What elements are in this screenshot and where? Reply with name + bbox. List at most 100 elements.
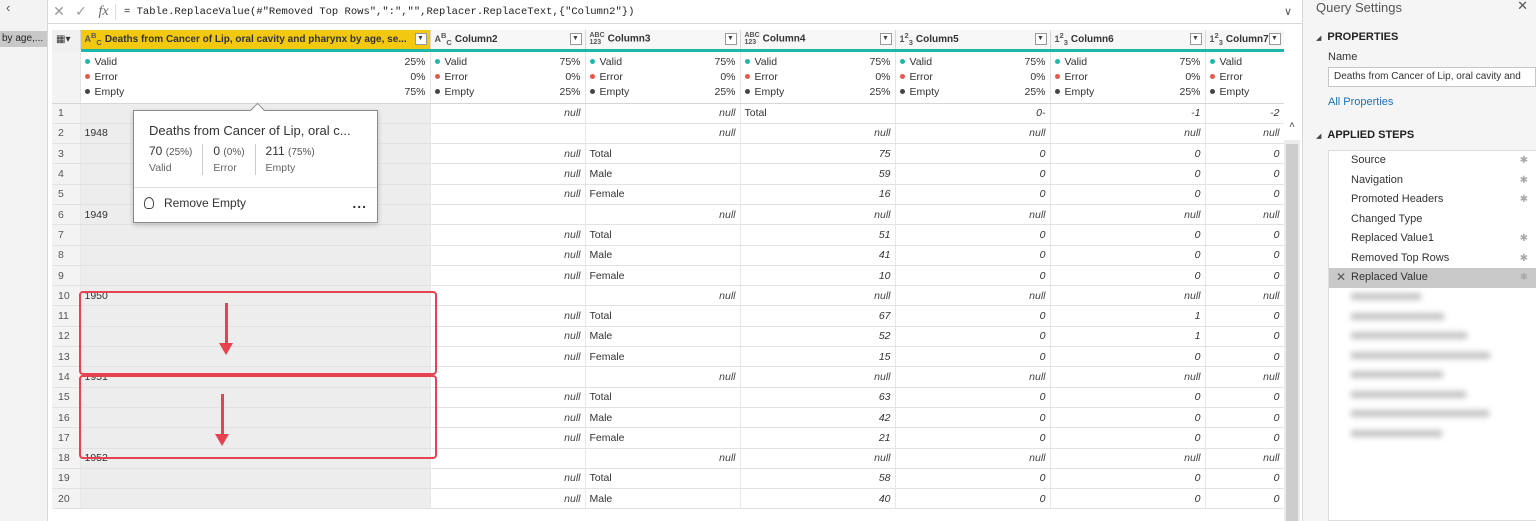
table-cell[interactable]: null: [895, 123, 1051, 145]
table-row[interactable]: 20 null Male 40 0 0 0: [52, 488, 1284, 510]
table-cell[interactable]: 0: [895, 224, 1051, 246]
table-cell[interactable]: Total: [585, 305, 741, 327]
table-cell[interactable]: null: [1205, 123, 1284, 145]
table-cell[interactable]: 0: [895, 184, 1051, 205]
table-cell[interactable]: 0-: [895, 103, 1051, 124]
table-cell[interactable]: null: [740, 285, 896, 307]
commit-icon[interactable]: ✓: [70, 3, 92, 20]
table-cell[interactable]: 59: [740, 163, 896, 185]
table-cell[interactable]: null: [1050, 285, 1206, 307]
column-type-icon[interactable]: 123: [900, 31, 913, 47]
table-cell[interactable]: [430, 123, 586, 145]
table-cell[interactable]: 51: [740, 224, 896, 246]
table-cell[interactable]: null: [895, 204, 1051, 226]
table-row[interactable]: 19 null Total 58 0 0 0: [52, 468, 1284, 490]
table-cell[interactable]: 10: [740, 265, 896, 287]
table-cell[interactable]: 58: [740, 468, 896, 490]
table-cell[interactable]: Female: [585, 427, 741, 449]
table-cell[interactable]: 0: [1205, 143, 1284, 165]
table-cell[interactable]: null: [430, 305, 586, 327]
remove-empty-button[interactable]: Remove Empty: [144, 196, 246, 210]
scroll-thumb[interactable]: [1286, 144, 1298, 521]
table-cell[interactable]: null: [740, 123, 896, 145]
table-cell[interactable]: 0: [895, 346, 1051, 368]
gear-icon[interactable]: ✱: [1520, 190, 1528, 210]
table-cell[interactable]: 0: [1205, 184, 1284, 205]
table-cell[interactable]: 0: [895, 163, 1051, 185]
table-cell[interactable]: 0: [1050, 468, 1206, 490]
table-cell[interactable]: null: [585, 123, 741, 145]
close-icon[interactable]: ✕: [1517, 0, 1528, 14]
table-cell[interactable]: [80, 468, 431, 490]
chevron-down-icon[interactable]: ∨: [1274, 5, 1302, 18]
table-cell[interactable]: 0: [1050, 387, 1206, 408]
table-cell[interactable]: null: [430, 488, 586, 510]
gear-icon[interactable]: ✱: [1520, 229, 1528, 249]
table-cell[interactable]: 52: [740, 326, 896, 348]
table-cell[interactable]: null: [430, 387, 586, 408]
table-cell[interactable]: null: [895, 285, 1051, 307]
table-cell[interactable]: null: [430, 245, 586, 266]
table-cell[interactable]: 0: [895, 245, 1051, 266]
table-cell[interactable]: Female: [585, 184, 741, 205]
column-type-icon[interactable]: ABC: [85, 31, 102, 47]
table-cell[interactable]: 15: [740, 346, 896, 368]
column-quality-2[interactable]: Valid 75% Error 0% Empty 25%: [430, 50, 586, 104]
table-cell[interactable]: null: [430, 143, 586, 165]
table-cell[interactable]: null: [585, 204, 741, 226]
table-cell[interactable]: 0: [1050, 224, 1206, 246]
applied-step[interactable]: Source ✱: [1329, 151, 1536, 171]
column-header-6[interactable]: 123 Column6 ▼: [1050, 30, 1206, 52]
filter-dropdown-icon[interactable]: ▼: [724, 33, 737, 45]
table-cell[interactable]: [80, 245, 431, 266]
column-header-2[interactable]: ABC Column2 ▼: [430, 30, 586, 52]
column-header-5[interactable]: 123 Column5 ▼: [895, 30, 1051, 52]
scroll-up-icon[interactable]: ˄: [1284, 120, 1300, 140]
table-cell[interactable]: 1: [1050, 305, 1206, 327]
table-cell[interactable]: null: [1205, 204, 1284, 226]
column-quality-4[interactable]: Valid 75% Error 0% Empty 25%: [740, 50, 896, 104]
table-cell[interactable]: 0: [1205, 488, 1284, 510]
table-cell[interactable]: 67: [740, 305, 896, 327]
table-cell[interactable]: 75: [740, 143, 896, 165]
table-cell[interactable]: 1: [1050, 326, 1206, 348]
table-cell[interactable]: 0: [895, 427, 1051, 449]
table-cell[interactable]: null: [895, 448, 1051, 469]
column-type-icon[interactable]: ABC: [435, 31, 452, 47]
table-cell[interactable]: 0: [1205, 224, 1284, 246]
column-quality-1[interactable]: Valid 25% Error 0% Empty 75%: [80, 50, 431, 104]
table-cell[interactable]: 21: [740, 427, 896, 449]
column-header-1[interactable]: ABC Deaths from Cancer of Lip, oral cavit…: [80, 30, 431, 52]
table-cell[interactable]: 0: [1050, 427, 1206, 449]
table-cell[interactable]: null: [1205, 285, 1284, 307]
chevron-left-icon[interactable]: ‹: [6, 0, 10, 15]
column-quality-6[interactable]: Valid 75% Error 0% Empty 25%: [1050, 50, 1206, 104]
table-cell[interactable]: -1: [1050, 103, 1206, 124]
column-type-icon[interactable]: ABC 123: [590, 32, 605, 46]
table-cell[interactable]: 0: [1050, 184, 1206, 205]
table-cell[interactable]: 0: [1050, 163, 1206, 185]
table-cell[interactable]: [430, 285, 586, 307]
table-cell[interactable]: 16: [740, 184, 896, 205]
table-cell[interactable]: [80, 488, 431, 510]
table-cell[interactable]: 42: [740, 407, 896, 429]
table-cell[interactable]: 0: [1205, 245, 1284, 266]
filter-dropdown-icon[interactable]: ▼: [569, 33, 582, 45]
column-type-icon[interactable]: 123: [1055, 31, 1068, 47]
column-type-icon[interactable]: 123: [1210, 31, 1223, 47]
query-item[interactable]: by age,...: [0, 31, 47, 47]
filter-dropdown-icon[interactable]: ▼: [414, 33, 427, 45]
table-cell[interactable]: 0: [1205, 326, 1284, 348]
table-cell[interactable]: 0: [1205, 305, 1284, 327]
table-cell[interactable]: 0: [895, 326, 1051, 348]
table-cell[interactable]: Male: [585, 163, 741, 185]
table-cell[interactable]: 0: [895, 143, 1051, 165]
table-cell[interactable]: null: [1205, 366, 1284, 388]
table-cell[interactable]: null: [430, 326, 586, 348]
table-cell[interactable]: Male: [585, 245, 741, 266]
properties-header[interactable]: ◢ PROPERTIES: [1316, 31, 1398, 43]
table-cell[interactable]: 0: [895, 488, 1051, 510]
table-cell[interactable]: 0: [1050, 346, 1206, 368]
table-cell[interactable]: 0: [895, 265, 1051, 287]
table-cell[interactable]: Total: [585, 143, 741, 165]
